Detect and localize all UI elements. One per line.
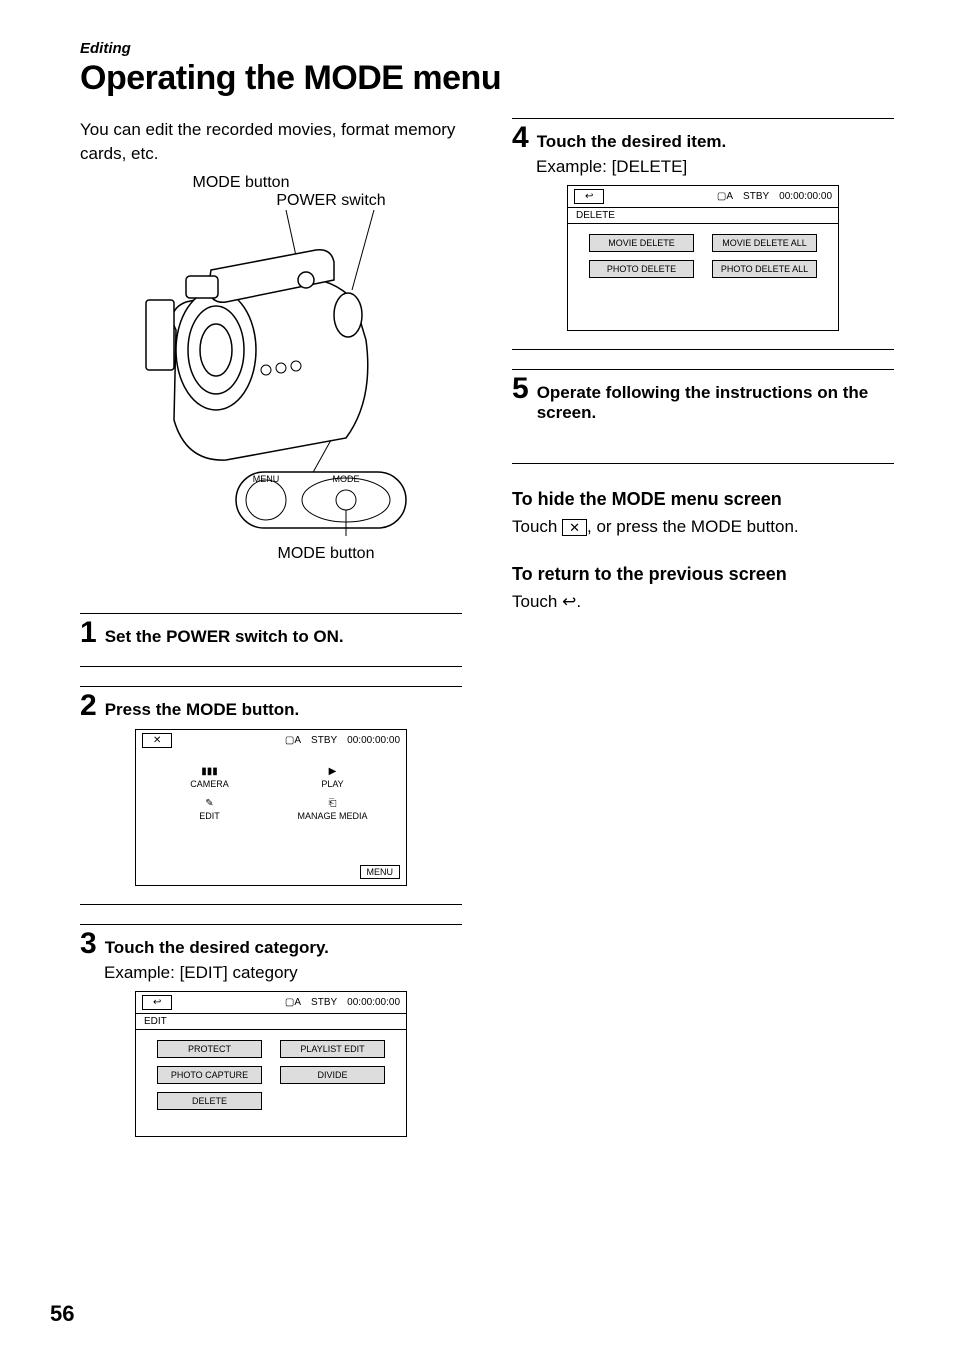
lcd-delete-menu: ↩ ▢A STBY 00:00:00:00 DELETE MOVIE DELET…	[567, 185, 839, 331]
mode-play[interactable]: ▶ PLAY	[280, 765, 385, 789]
close-icon: ✕	[562, 519, 587, 537]
step-3-sub: Example: [EDIT] category	[104, 963, 462, 983]
lcd-edit-menu: ↩ ▢A STBY 00:00:00:00 EDIT PROTECT PLAYL…	[135, 991, 407, 1137]
stby-indicator: STBY	[311, 997, 337, 1008]
card-indicator: ▢A	[285, 997, 301, 1008]
edit-divide[interactable]: DIVIDE	[280, 1066, 385, 1084]
inset-mode-text: MODE	[333, 474, 360, 484]
back-icon[interactable]: ↩	[142, 995, 172, 1010]
mode-manage-media[interactable]: ⎗ MANAGE MEDIA	[280, 797, 385, 821]
step-4-number: 4	[512, 123, 529, 153]
lcd-mode-menu: ✕ ▢A STBY 00:00:00:00 ▮▮▮ CAMERA	[135, 729, 407, 886]
page-title: Operating the MODE menu	[80, 59, 894, 98]
stby-indicator: STBY	[743, 191, 769, 202]
return-heading: To return to the previous screen	[512, 564, 894, 585]
power-switch-label: POWER switch	[276, 192, 385, 210]
stby-indicator: STBY	[311, 735, 337, 746]
inset-menu-text: MENU	[253, 474, 280, 484]
step-3-text: Touch the desired category.	[105, 938, 329, 958]
hide-menu-text: Touch ✕, or press the MODE button.	[512, 514, 894, 540]
step-4-text: Touch the desired item.	[537, 132, 727, 152]
page-number: 56	[50, 1301, 74, 1327]
delete-photo-all[interactable]: PHOTO DELETE ALL	[712, 260, 817, 278]
return-text: Touch ↩.	[512, 589, 894, 615]
lcd-delete-title: DELETE	[568, 208, 838, 224]
card-indicator: ▢A	[717, 191, 733, 202]
timecode: 00:00:00:00	[347, 735, 400, 746]
lcd-edit-title: EDIT	[136, 1014, 406, 1030]
step-1-text: Set the POWER switch to ON.	[105, 627, 344, 647]
delete-movie[interactable]: MOVIE DELETE	[589, 234, 694, 252]
edit-playlist[interactable]: PLAYLIST EDIT	[280, 1040, 385, 1058]
card-indicator: ▢A	[285, 735, 301, 746]
delete-movie-all[interactable]: MOVIE DELETE ALL	[712, 234, 817, 252]
step-2-text: Press the MODE button.	[105, 700, 300, 720]
step-5-number: 5	[512, 374, 529, 404]
back-icon[interactable]: ↩	[574, 189, 604, 204]
edit-delete[interactable]: DELETE	[157, 1092, 262, 1110]
camera-illustration: MODE button POWER switch	[80, 174, 462, 563]
step-4-sub: Example: [DELETE]	[536, 157, 894, 177]
step-1-number: 1	[80, 618, 97, 648]
camcorder-diagram-icon: MENU MODE	[116, 210, 426, 540]
edit-photo-capture[interactable]: PHOTO CAPTURE	[157, 1066, 262, 1084]
step-5-text: Operate following the instructions on th…	[537, 383, 894, 423]
timecode: 00:00:00:00	[347, 997, 400, 1008]
edit-protect[interactable]: PROTECT	[157, 1040, 262, 1058]
menu-button[interactable]: MENU	[360, 865, 401, 879]
mode-edit[interactable]: ✎ EDIT	[157, 797, 262, 821]
mode-button-label-top: MODE button	[193, 174, 290, 192]
step-2-number: 2	[80, 691, 97, 721]
mode-button-label-bottom: MODE button	[278, 545, 375, 563]
back-icon: ↩	[562, 592, 576, 611]
close-icon[interactable]: ✕	[142, 733, 172, 748]
hide-menu-heading: To hide the MODE menu screen	[512, 489, 894, 510]
section-label: Editing	[80, 40, 894, 57]
intro-text: You can edit the recorded movies, format…	[80, 118, 462, 166]
delete-photo[interactable]: PHOTO DELETE	[589, 260, 694, 278]
step-3-number: 3	[80, 929, 97, 959]
mode-camera[interactable]: ▮▮▮ CAMERA	[157, 765, 262, 789]
timecode: 00:00:00:00	[779, 191, 832, 202]
